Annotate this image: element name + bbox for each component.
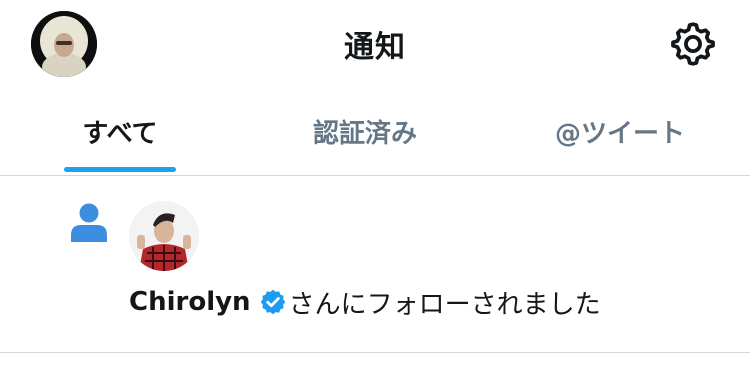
notification-tabs: すべて 認証済み @ツイート xyxy=(0,88,750,175)
verified-badge-icon xyxy=(260,289,285,315)
follower-avatar[interactable] xyxy=(129,201,199,271)
gear-icon xyxy=(671,22,715,66)
page-title: 通知 xyxy=(344,30,406,65)
person-icon xyxy=(71,203,107,242)
notification-item[interactable] xyxy=(0,176,750,352)
tab-verified[interactable]: 認証済み xyxy=(240,88,490,175)
notification-text: Chirolyn さんにフォローされました xyxy=(129,284,601,320)
notification-message: さんにフォローされました xyxy=(288,289,601,320)
active-tab-indicator xyxy=(64,167,176,172)
item-divider xyxy=(0,352,750,353)
follower-name[interactable]: Chirolyn xyxy=(129,287,251,317)
tab-mentions[interactable]: @ツイート xyxy=(490,88,750,175)
tab-all[interactable]: すべて xyxy=(0,88,240,175)
settings-button[interactable] xyxy=(668,19,718,69)
top-bar: 通知 xyxy=(0,0,750,88)
